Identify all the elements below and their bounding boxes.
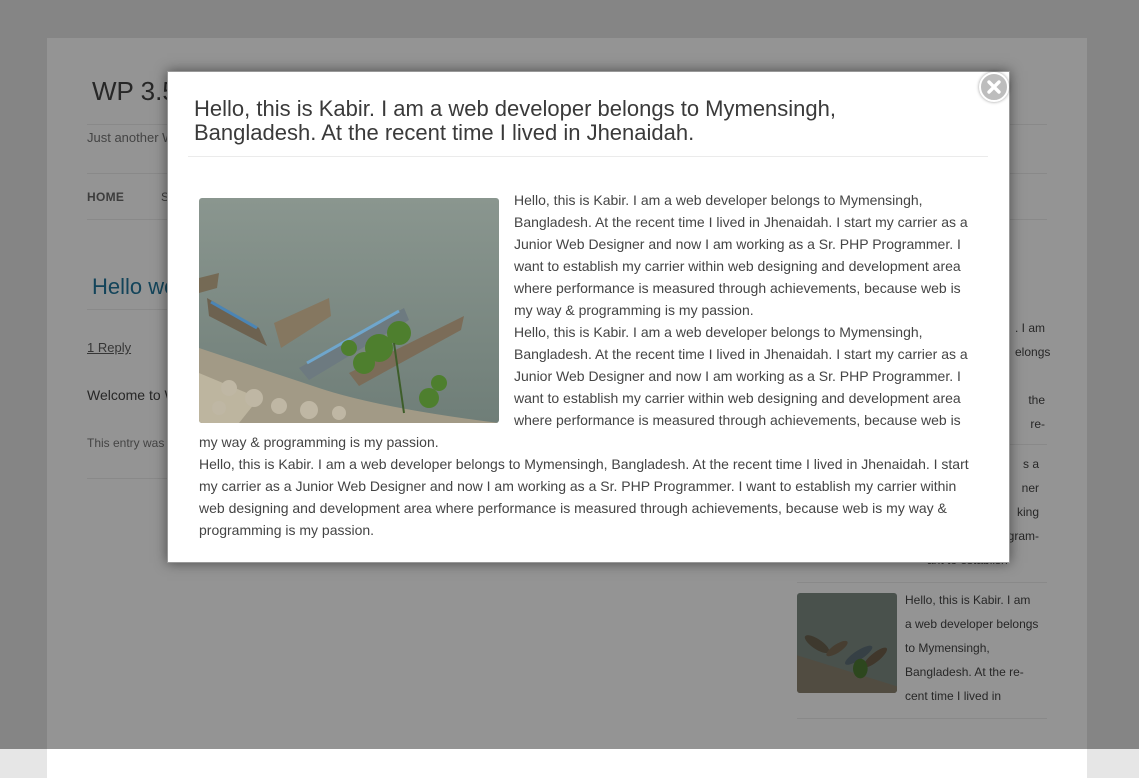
modal-title: Hello, this is Kabir. I am a web develop… (194, 96, 836, 145)
modal-dialog: Hello, this is Kabir. I am a web develop… (167, 71, 1010, 563)
modal-title-divider (188, 156, 988, 157)
modal-body: Hello, this is Kabir. I am a web develop… (199, 189, 979, 541)
close-icon[interactable] (979, 72, 1009, 102)
modal-paragraph: Hello, this is Kabir. I am a web develop… (199, 456, 969, 538)
modal-photo (199, 198, 499, 423)
